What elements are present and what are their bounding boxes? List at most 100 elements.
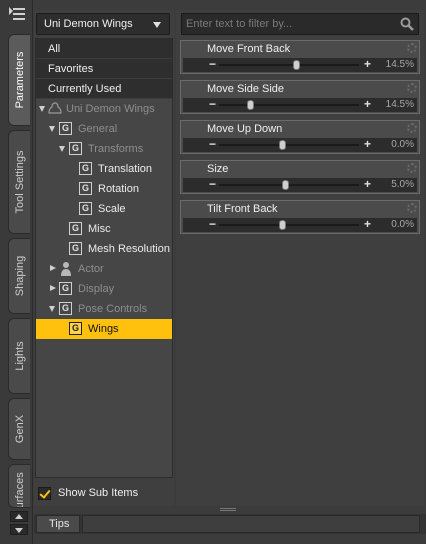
parameter-slider[interactable]: Move Up Down − +0.0% [180,120,420,154]
vertical-tab-strip: Parameters Tool Settings Shaping Lights … [0,0,33,544]
group-icon: G [69,242,82,255]
actor-figure-icon [61,262,71,276]
slider-handle[interactable] [293,60,300,70]
tab-parameters[interactable]: Parameters [8,34,30,126]
group-icon: G [69,222,82,235]
tree-item-misc[interactable]: G Misc [36,219,172,239]
filter-currently-used[interactable]: Currently Used [36,79,172,99]
slider-handle[interactable] [279,220,286,230]
tab-genx[interactable]: GenX [8,398,30,460]
parameter-name: Tilt Front Back [207,203,278,215]
tab-tips-label: Tips [49,518,70,530]
tree-item-label: Display [78,283,115,295]
decrement-button[interactable]: − [209,97,216,111]
filter-all[interactable]: All [36,39,172,59]
tree-item-display[interactable]: G Display [36,279,172,299]
resize-grip-icon[interactable] [220,508,236,511]
group-icon: G [59,302,72,315]
slider-track[interactable]: − +0.0% [183,137,417,152]
tree-item-label: Rotation [98,183,139,195]
slider-track[interactable]: − +5.0% [183,177,417,192]
show-sub-items-toggle[interactable]: Show Sub Items [38,486,172,502]
group-icon: G [59,282,72,295]
parameter-slider[interactable]: Tilt Front Back − +0.0% [180,200,420,234]
parameter-slider[interactable]: Move Side Side − +14.5% [180,80,420,114]
tabs-scroll-down-button[interactable] [10,524,28,535]
gear-icon[interactable] [407,83,417,93]
slider-rail [219,64,359,66]
tab-lights[interactable]: Lights [8,318,30,394]
decrement-button[interactable]: − [209,177,216,191]
tab-shaping-label: Shaping [13,255,26,297]
decrement-button[interactable]: − [209,57,216,71]
gear-icon[interactable] [407,123,417,133]
group-icon: G [69,322,82,335]
parameter-value[interactable]: 0.0% [391,139,414,150]
increment-button[interactable]: + [364,137,371,151]
decrement-button[interactable]: − [209,217,216,231]
parameter-name: Size [207,163,229,175]
slider-handle[interactable] [281,180,289,190]
decrement-button[interactable]: − [209,137,216,151]
panel-menu-icon[interactable] [9,6,27,22]
increment-button[interactable]: + [364,217,371,231]
expand-arrow-icon[interactable] [59,146,65,152]
parameter-value[interactable]: 0.0% [391,219,414,230]
expand-arrow-icon[interactable] [49,306,55,312]
expand-arrow-icon[interactable] [50,265,56,271]
tree-item-scale[interactable]: G Scale [36,199,172,219]
tabs-scroll-up-button[interactable] [10,511,28,522]
tree-item-label: Transforms [88,143,144,155]
parameter-value[interactable]: 5.0% [391,179,414,190]
slider-rail [219,224,359,226]
filter-favorites[interactable]: Favorites [36,59,172,79]
group-icon: G [69,142,82,155]
parameter-name: Move Up Down [207,123,283,135]
increment-button[interactable]: + [364,57,371,71]
slider-track[interactable]: − +14.5% [183,97,417,112]
parameter-slider[interactable]: Move Front Back − +14.5% [180,40,420,74]
tree-item-translation[interactable]: G Translation [36,159,172,179]
tree-item-label: General [78,123,118,135]
expand-arrow-icon[interactable] [39,106,45,112]
search-icon[interactable] [400,17,414,31]
expand-arrow-icon[interactable] [49,126,55,132]
slider-track[interactable]: − +0.0% [183,217,417,232]
tree-item-general[interactable]: G General [36,119,172,139]
property-group-tree: All Favorites Currently Used Uni Demon W… [35,38,173,478]
slider-handle[interactable] [279,140,286,150]
tab-tips[interactable]: Tips [36,515,80,533]
filter-input[interactable] [186,17,386,31]
parameter-slider[interactable]: Size − +5.0% [180,160,420,194]
expand-arrow-icon[interactable] [50,285,56,291]
tree-item-uni-demon-wings[interactable]: Uni Demon Wings [36,99,172,119]
tab-parameters-label: Parameters [13,51,26,109]
tab-tool-settings[interactable]: Tool Settings [8,130,30,234]
tab-lights-label: Lights [13,341,26,371]
tree-item-pose-controls[interactable]: G Pose Controls [36,299,172,319]
parameter-name: Move Side Side [207,83,285,95]
show-sub-items-checkbox[interactable] [38,487,51,500]
tab-shaping[interactable]: Shaping [8,238,30,314]
tree-item-label: Mesh Resolution [88,243,170,255]
gear-icon[interactable] [407,43,417,53]
slider-handle[interactable] [246,100,254,110]
filter-bar [181,13,419,35]
gear-icon[interactable] [407,203,417,213]
increment-button[interactable]: + [364,97,371,111]
tree-item-actor[interactable]: Actor [36,259,172,279]
tree-item-rotation[interactable]: G Rotation [36,179,172,199]
increment-button[interactable]: + [364,177,371,191]
group-icon: G [59,122,72,135]
gear-icon[interactable] [407,163,417,173]
tree-item-mesh-resolution[interactable]: G Mesh Resolution [36,239,172,259]
tree-item-wings[interactable]: G Wings [36,319,172,339]
slider-track[interactable]: − +14.5% [183,57,417,72]
tree-item-transforms[interactable]: G Transforms [36,139,172,159]
tab-surfaces[interactable]: Surfaces [8,464,30,508]
parameter-value[interactable]: 14.5% [386,59,414,70]
tree-item-label: Actor [78,263,104,275]
node-selector-dropdown[interactable]: Uni Demon Wings [36,13,170,35]
parameter-value[interactable]: 14.5% [386,99,414,110]
parameter-name: Move Front Back [207,43,291,55]
